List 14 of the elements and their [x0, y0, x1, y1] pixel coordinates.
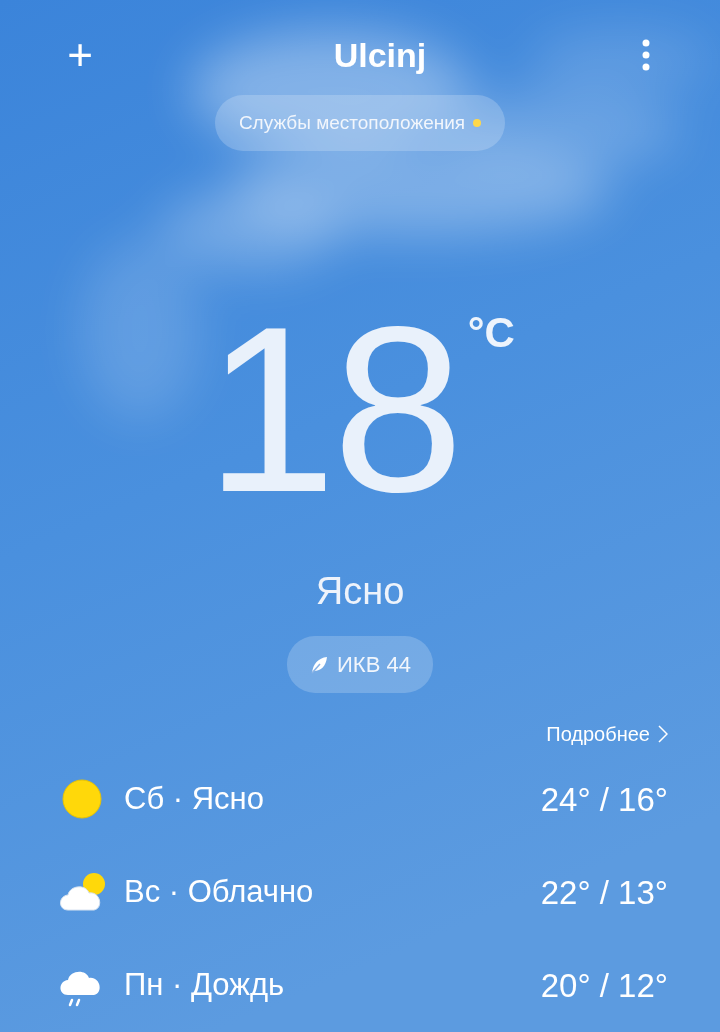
forecast-temps: 22° / 13°	[540, 872, 668, 913]
weather-condition: Ясно	[315, 570, 405, 612]
location-services-chip[interactable]: Службы местоположения	[214, 94, 506, 151]
forecast-day: Сб · Ясно	[124, 776, 264, 823]
add-button[interactable]: +	[40, 33, 120, 78]
aqi-chip[interactable]: ИКВ 44	[287, 636, 433, 693]
temperature-unit: °C	[467, 308, 515, 358]
temperature: 18	[205, 291, 460, 527]
details-link[interactable]: Подробнее	[546, 719, 668, 749]
forecast-temps: 20° / 12°	[540, 965, 668, 1006]
forecast-day: Вс · Облачно	[124, 869, 314, 916]
forecast-day: Пн · Дождь	[124, 962, 285, 1009]
city-title: Ulcinj	[333, 34, 427, 76]
forecast-temps: 24° / 16°	[540, 779, 668, 820]
